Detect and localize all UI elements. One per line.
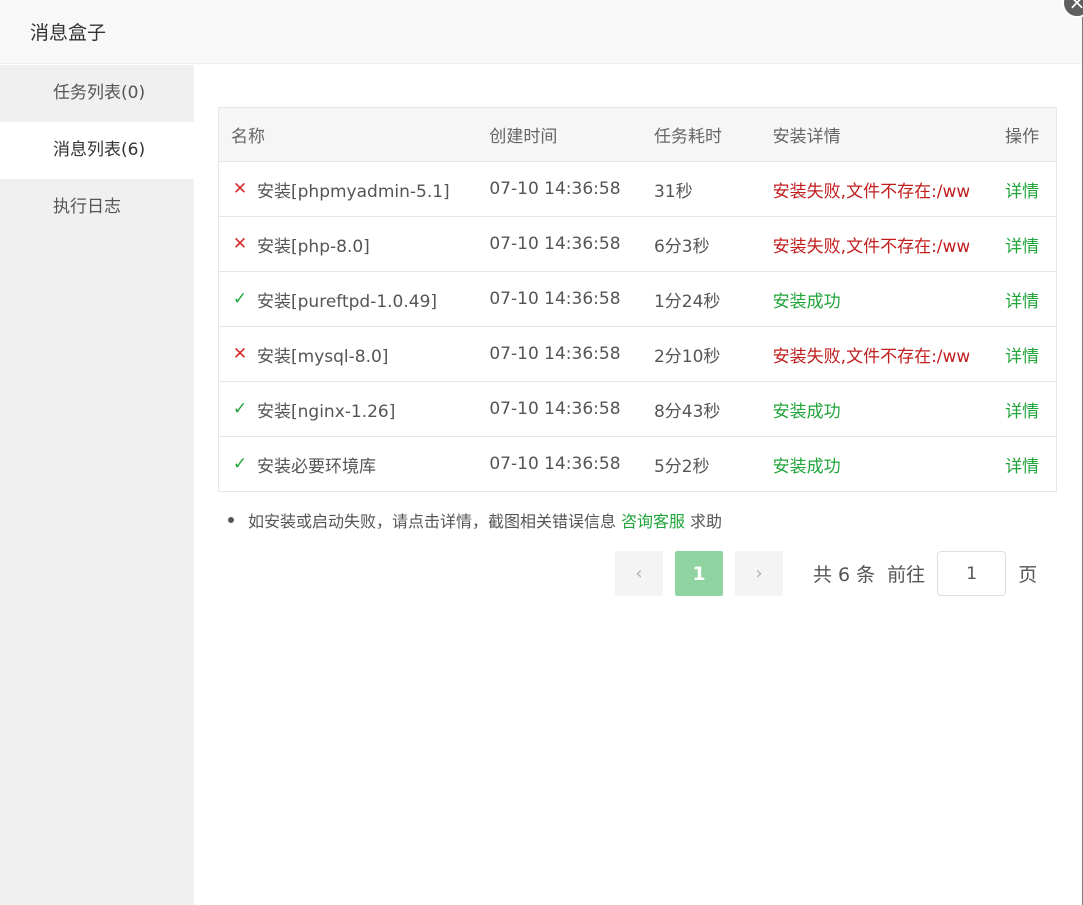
detail-link[interactable]: 详情 [980, 452, 1056, 477]
created-time: 07-10 14:36:58 [489, 179, 621, 199]
help-note-suffix: 求助 [690, 512, 723, 531]
header-time: 创建时间 [489, 127, 558, 147]
page-suffix: 页 [1018, 564, 1038, 586]
detail-link[interactable]: 详情 [980, 287, 1056, 312]
contact-support-link[interactable]: 咨询客服 [621, 508, 685, 532]
bullet-icon [228, 517, 234, 523]
goto-page-input[interactable] [937, 551, 1007, 596]
install-detail: 安装失败,文件不存在:/www/ [772, 346, 969, 367]
next-page-button[interactable]: › [735, 551, 783, 596]
created-time: 07-10 14:36:58 [489, 399, 621, 419]
task-duration: 5分2秒 [653, 456, 710, 477]
fail-icon: ✕ [232, 344, 248, 364]
check-icon: ✓ [232, 454, 248, 474]
goto-label: 前往 [887, 564, 926, 586]
table-header: 名称 创建时间 任务耗时 安装详情 操作 [219, 108, 1056, 161]
sidebar-item-tasks[interactable]: 任务列表(0) [0, 65, 194, 122]
fail-icon: ✕ [232, 179, 248, 199]
pagination: ‹ 1 › 共 6 条 前往 页 [615, 551, 1037, 596]
page-number-active[interactable]: 1 [675, 551, 723, 596]
table-row: ✕ 安装[php-8.0] 07-10 14:36:58 6分3秒 安装失败,文件… [219, 216, 1056, 271]
table-row: ✓ 安装[nginx-1.26] 07-10 14:36:58 8分43秒 安装成… [219, 381, 1056, 436]
install-detail: 安装成功 [772, 456, 841, 477]
prev-page-button[interactable]: ‹ [615, 551, 663, 596]
table-row: ✓ 安装[pureftpd-1.0.49] 07-10 14:36:58 1分24… [219, 271, 1056, 326]
created-time: 07-10 14:36:58 [489, 454, 621, 474]
sidebar: 任务列表(0) 消息列表(6) 执行日志 [0, 65, 194, 905]
check-icon: ✓ [232, 289, 248, 309]
main-panel: 名称 创建时间 任务耗时 安装详情 操作 ✕ 安装[phpmyadmin-5.1]… [194, 65, 1082, 905]
header-duration: 任务耗时 [653, 127, 722, 147]
detail-link[interactable]: 详情 [980, 177, 1056, 202]
table-row: ✓ 安装必要环境库 07-10 14:36:58 5分2秒 安装成功 详情 [219, 436, 1056, 491]
task-duration: 2分10秒 [653, 346, 721, 367]
task-duration: 6分3秒 [653, 236, 710, 257]
check-icon: ✓ [232, 399, 248, 419]
message-table: 名称 创建时间 任务耗时 安装详情 操作 ✕ 安装[phpmyadmin-5.1]… [218, 107, 1057, 492]
task-name: 安装[pureftpd-1.0.49] [257, 291, 438, 312]
dialog-title: 消息盒子 [30, 22, 107, 44]
created-time: 07-10 14:36:58 [489, 344, 621, 364]
sidebar-item-logs[interactable]: 执行日志 [0, 179, 194, 236]
task-name: 安装必要环境库 [257, 456, 376, 477]
header-name: 名称 [231, 127, 265, 147]
message-box-dialog: 消息盒子 × 任务列表(0) 消息列表(6) 执行日志 名称 创建时间 任务耗时… [0, 0, 1083, 905]
created-time: 07-10 14:36:58 [489, 289, 621, 309]
task-name: 安装[php-8.0] [257, 236, 370, 257]
header-action: 操作 [1005, 127, 1040, 147]
created-time: 07-10 14:36:58 [489, 234, 621, 254]
table-row: ✕ 安装[phpmyadmin-5.1] 07-10 14:36:58 31秒 安… [219, 161, 1056, 216]
task-duration: 1分24秒 [653, 291, 721, 312]
install-detail: 安装失败,文件不存在:/www/ [772, 181, 969, 202]
install-detail: 安装失败,文件不存在:/www/ [772, 236, 969, 257]
task-name: 安装[phpmyadmin-5.1] [257, 181, 450, 202]
fail-icon: ✕ [232, 234, 248, 254]
dialog-header: 消息盒子 [0, 0, 1082, 64]
task-duration: 8分43秒 [653, 401, 721, 422]
detail-link[interactable]: 详情 [980, 342, 1056, 367]
task-duration: 31秒 [653, 181, 693, 202]
task-name: 安装[mysql-8.0] [257, 346, 389, 367]
header-detail: 安装详情 [772, 127, 841, 147]
detail-link[interactable]: 详情 [980, 397, 1056, 422]
install-detail: 安装成功 [772, 291, 841, 312]
detail-link[interactable]: 详情 [980, 232, 1056, 257]
install-detail: 安装成功 [772, 401, 841, 422]
total-count: 共 6 条 [813, 564, 876, 586]
sidebar-item-messages[interactable]: 消息列表(6) [0, 122, 194, 179]
help-note-text: 如安装或启动失败，请点击详情，截图相关错误信息 [248, 512, 617, 531]
help-note: 如安装或启动失败，请点击详情，截图相关错误信息 咨询客服 求助 [228, 508, 722, 532]
task-name: 安装[nginx-1.26] [257, 401, 396, 422]
table-row: ✕ 安装[mysql-8.0] 07-10 14:36:58 2分10秒 安装失败… [219, 326, 1056, 381]
